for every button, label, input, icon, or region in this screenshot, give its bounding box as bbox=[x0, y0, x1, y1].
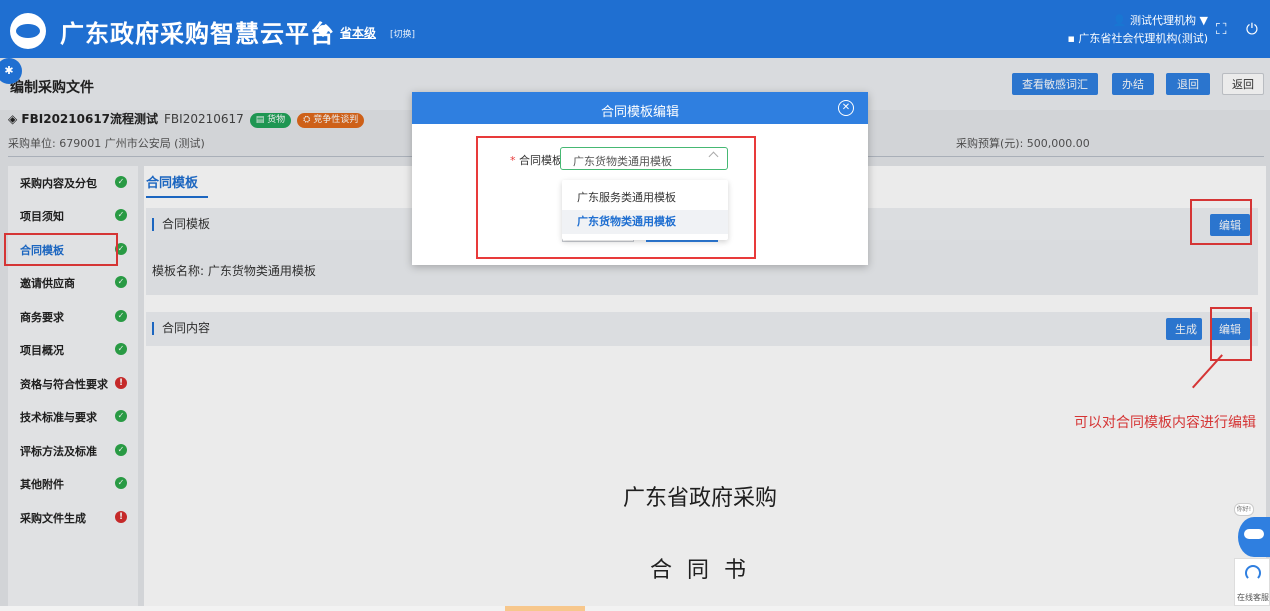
app-title: 广东政府采购智慧云平台 bbox=[60, 20, 335, 48]
logo-icon bbox=[10, 13, 46, 49]
user-info[interactable]: 👤 测试代理机构 ▼ ▪ 广东省社会代理机构(测试) bbox=[1067, 12, 1208, 48]
building-icon: ▪ bbox=[1067, 32, 1079, 45]
region-selector[interactable]: 省本级 bbox=[340, 24, 376, 41]
dialog-title: 合同模板编辑 bbox=[600, 105, 679, 120]
user-name[interactable]: 测试代理机构 bbox=[1130, 14, 1196, 27]
org-name: 广东省社会代理机构(测试) bbox=[1078, 32, 1208, 45]
dialog-header: 合同模板编辑 ✕ bbox=[412, 92, 868, 124]
close-icon[interactable]: ✕ bbox=[838, 100, 854, 116]
switch-region-link[interactable]: [切换] bbox=[390, 27, 415, 40]
fullscreen-icon[interactable]: ⛶ bbox=[1216, 20, 1227, 38]
bottom-strip bbox=[0, 606, 1270, 611]
greeting-bubble: 你好! bbox=[1234, 503, 1254, 516]
robot-assistant-icon[interactable] bbox=[1238, 517, 1270, 557]
online-service-label: 在线客服 bbox=[1237, 593, 1269, 602]
power-icon[interactable]: ⏻ bbox=[1246, 20, 1258, 38]
highlight-box-dialog bbox=[476, 136, 756, 259]
chevron-down-icon[interactable]: ▼ bbox=[1196, 14, 1208, 27]
user-icon: 👤 bbox=[1112, 14, 1131, 27]
online-service-widget[interactable]: 在线客服 bbox=[1234, 558, 1270, 606]
headset-icon bbox=[1245, 565, 1261, 581]
top-header: 广东政府采购智慧云平台 省本级 [切换] 👤 测试代理机构 ▼ ▪ 广东省社会代… bbox=[0, 0, 1270, 58]
